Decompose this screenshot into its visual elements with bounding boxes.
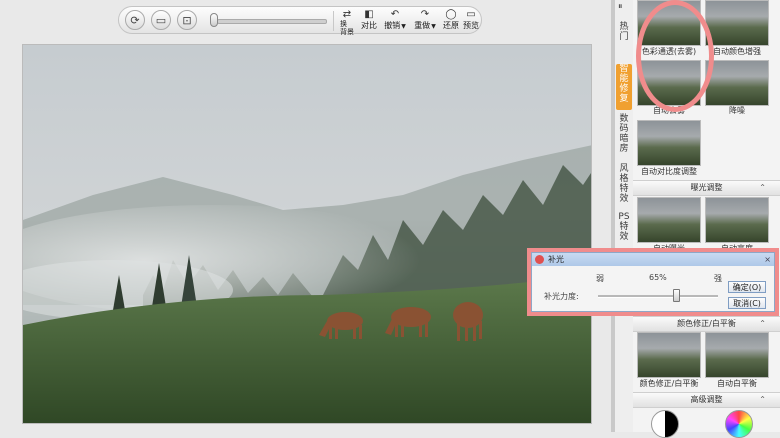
- change-background-label: 换 背景: [340, 20, 354, 36]
- redo-icon: ↷: [420, 9, 430, 20]
- value-readout: 65%: [649, 273, 667, 282]
- restore-label: 还原: [443, 21, 459, 30]
- tab-style-effects-label: 风格特效: [619, 164, 629, 204]
- close-icon[interactable]: ×: [764, 253, 771, 266]
- app-icon: [535, 255, 544, 264]
- redo-button[interactable]: ↷ 重做▼: [411, 9, 439, 33]
- filter-label: 自动白平衡: [717, 379, 757, 388]
- zoom-slider-handle[interactable]: [210, 13, 218, 27]
- filter-thumb-auto-exposure[interactable]: [637, 197, 701, 243]
- category-tabs: 热门 智能修复 数码暗房 风格特效 PS特效: [615, 0, 634, 432]
- restore-button[interactable]: ◯ 还原: [441, 9, 461, 33]
- tab-ps-effects[interactable]: PS特效: [616, 212, 632, 248]
- tab-digital-darkroom-label: 数码暗房: [619, 114, 629, 154]
- fit-screen-icon[interactable]: ⊡: [177, 10, 197, 30]
- fill-strength-track[interactable]: [598, 295, 718, 298]
- filter-thumb-auto-color[interactable]: [705, 0, 769, 46]
- section-white-balance-label: 颜色修正/白平衡: [677, 319, 736, 328]
- tab-hot-label: 热门: [619, 22, 629, 42]
- monitor-icon[interactable]: ▭: [151, 10, 171, 30]
- filter-thumb-denoise[interactable]: [705, 60, 769, 106]
- tab-smart-repair-label: 智能修复: [619, 64, 629, 104]
- filter-thumb-auto-contrast[interactable]: [637, 120, 701, 166]
- ok-button[interactable]: 确定(O): [728, 281, 766, 293]
- filter-label: 颜色修正/白平衡: [639, 379, 699, 388]
- undo-icon: ↶: [390, 9, 400, 20]
- section-advanced-label: 高级调整: [690, 395, 723, 404]
- undo-button[interactable]: ↶ 撤销▼: [381, 9, 409, 33]
- preview-label: 预览: [463, 21, 479, 30]
- redo-label: 重做▼: [414, 21, 436, 30]
- strong-label: 强: [714, 274, 722, 283]
- tab-digital-darkroom[interactable]: 数码暗房: [616, 114, 632, 160]
- dialog-titlebar[interactable]: 补光 ×: [532, 253, 774, 266]
- top-toolbar: ⟳ ▭ ⊡ ⇄ 换 背景 ◧ 对比 ↶ 撤销▼ ↷ 重做▼ ◯ 还原 ▭ 预览: [118, 6, 482, 36]
- filter-thumb-auto-brightness[interactable]: [705, 197, 769, 243]
- color-wheel-icon[interactable]: [725, 410, 753, 438]
- fill-strength-label: 补光力度:: [544, 292, 579, 301]
- tab-hot[interactable]: 热门: [616, 22, 632, 62]
- dialog-title: 补光: [548, 255, 564, 264]
- compare-button[interactable]: ◧ 对比: [359, 9, 379, 33]
- landscape-photo: [23, 45, 591, 423]
- cancel-button[interactable]: 取消(C): [728, 297, 766, 309]
- tab-smart-repair[interactable]: 智能修复: [616, 64, 632, 110]
- levels-icon[interactable]: [651, 410, 679, 438]
- chevron-down-icon[interactable]: ▼: [431, 23, 436, 30]
- chevron-up-icon[interactable]: ⌃: [759, 393, 766, 407]
- tab-style-effects[interactable]: 风格特效: [616, 164, 632, 210]
- chevron-up-icon[interactable]: ⌃: [759, 181, 766, 195]
- preview-button[interactable]: ▭ 预览: [461, 9, 481, 33]
- swap-icon: ⇄: [342, 9, 352, 20]
- restore-icon: ◯: [445, 9, 457, 20]
- filter-thumb-auto-white-balance[interactable]: [705, 332, 769, 378]
- photo-canvas[interactable]: [22, 44, 592, 424]
- collapse-panel-icon[interactable]: ⏸: [618, 2, 623, 12]
- section-white-balance[interactable]: 颜色修正/白平衡 ⌃: [633, 316, 780, 332]
- chevron-up-icon[interactable]: ⌃: [759, 317, 766, 331]
- weak-label: 弱: [596, 274, 604, 283]
- zoom-slider-track[interactable]: [217, 19, 327, 24]
- annotation-ellipse: [636, 0, 714, 112]
- section-exposure-label: 曝光调整: [690, 183, 723, 192]
- rotate-icon[interactable]: ⟳: [125, 10, 145, 30]
- change-background-button[interactable]: ⇄ 换 背景: [337, 9, 357, 36]
- filter-thumb-color-correct[interactable]: [637, 332, 701, 378]
- section-advanced[interactable]: 高级调整 ⌃: [633, 392, 780, 408]
- undo-label: 撤销▼: [384, 21, 406, 30]
- tab-ps-effects-label: PS特效: [618, 212, 630, 242]
- fill-light-dialog: 补光 × 弱 65% 强 补光力度: 确定(O) 取消(C): [531, 252, 775, 312]
- chevron-down-icon[interactable]: ▼: [401, 23, 406, 30]
- compare-icon: ◧: [364, 9, 374, 20]
- preview-icon: ▭: [466, 9, 476, 20]
- filter-label: 降噪: [729, 106, 745, 115]
- section-exposure[interactable]: 曝光调整 ⌃: [633, 180, 780, 196]
- compare-label: 对比: [361, 21, 377, 30]
- fill-strength-slider[interactable]: [672, 289, 680, 302]
- toolbar-divider: [333, 11, 334, 31]
- filter-label: 自动对比度调整: [641, 167, 697, 176]
